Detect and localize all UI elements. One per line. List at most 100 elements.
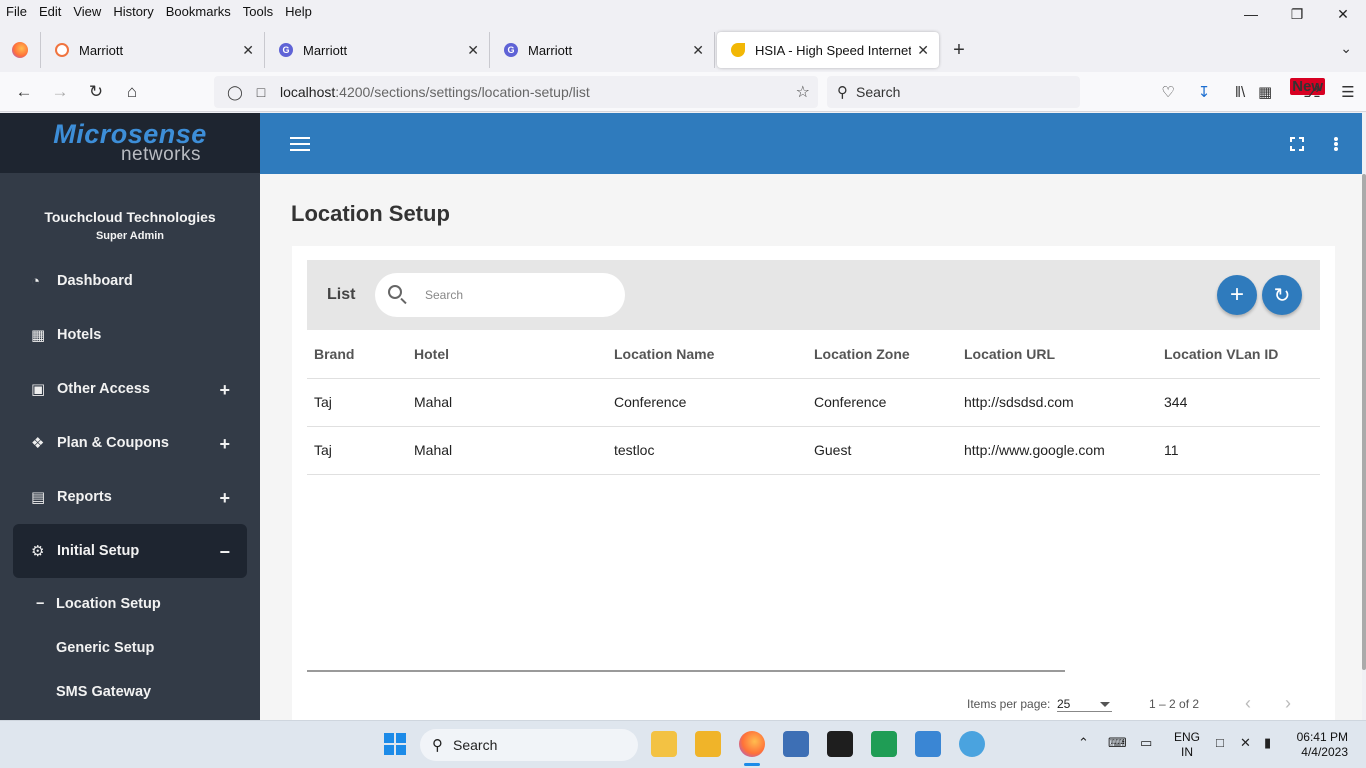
- hamburger-menu-icon[interactable]: [290, 137, 310, 151]
- menu-bookmarks[interactable]: Bookmarks: [160, 4, 237, 19]
- close-tab-icon[interactable]: ✕: [242, 42, 254, 59]
- globe-app-icon[interactable]: [959, 731, 985, 757]
- menu-file[interactable]: File: [0, 4, 33, 19]
- menu-view[interactable]: View: [67, 4, 107, 19]
- column-header-vlan-id[interactable]: Location VLan ID: [1157, 330, 1320, 379]
- show-hidden-icons-chevron-icon[interactable]: ⌃: [1078, 735, 1089, 751]
- url-text[interactable]: localhost:4200/sections/settings/locatio…: [280, 84, 590, 100]
- menu-history[interactable]: History: [107, 4, 159, 19]
- tab-marriott-2[interactable]: G Marriott ✕: [265, 32, 490, 68]
- home-icon[interactable]: ⌂: [114, 76, 150, 108]
- search-input[interactable]: Search: [375, 273, 625, 317]
- close-tab-icon[interactable]: ✕: [692, 42, 704, 59]
- tab-hsia-active[interactable]: HSIA - High Speed Internet Access ✕: [717, 32, 939, 68]
- menu-tools[interactable]: Tools: [237, 4, 279, 19]
- sidebar-subitem-location-setup[interactable]: − Location Setup: [0, 582, 260, 626]
- page-vertical-scrollbar[interactable]: [1362, 174, 1366, 670]
- sidebar-subitem-generic-setup[interactable]: Generic Setup: [0, 626, 260, 670]
- downloads-icon[interactable]: ↧: [1186, 83, 1222, 101]
- column-header-brand[interactable]: Brand: [307, 330, 407, 379]
- items-per-page-value: 25: [1057, 697, 1071, 711]
- collapse-minus-icon[interactable]: −: [219, 542, 230, 563]
- lock-icon: ▣: [31, 381, 46, 398]
- list-tabs-chevron-icon[interactable]: ⌄: [1340, 40, 1352, 57]
- tab-marriott-3[interactable]: G Marriott ✕: [490, 32, 715, 68]
- more-vert-icon[interactable]: [1334, 137, 1338, 151]
- sidebar-item-reports[interactable]: ▤ Reports +: [0, 470, 260, 524]
- expand-plus-icon[interactable]: +: [219, 380, 230, 401]
- sidebar-item-plan-coupons[interactable]: ❖ Plan & Coupons +: [0, 416, 260, 470]
- file-explorer-icon[interactable]: [695, 731, 721, 757]
- tab-marriott-1[interactable]: Marriott ✕: [40, 32, 265, 68]
- sidebar-item-label: Plan & Coupons: [57, 435, 169, 451]
- cell-location-url: http://www.google.com: [957, 426, 1157, 475]
- extensions-icon[interactable]: ⎇: [1294, 83, 1330, 101]
- system-clock[interactable]: 06:41 PM 4/4/2023: [1296, 730, 1348, 760]
- sidebar-item-hotels[interactable]: ▦ Hotels: [0, 308, 260, 362]
- next-page-icon[interactable]: ›: [1285, 693, 1291, 714]
- back-arrow-icon[interactable]: ←: [6, 76, 42, 108]
- column-header-hotel[interactable]: Hotel: [407, 330, 607, 379]
- battery-icon[interactable]: ▮: [1264, 735, 1271, 751]
- sidebar-subitem-sms-gateway[interactable]: SMS Gateway: [0, 670, 260, 714]
- excel-icon[interactable]: [871, 731, 897, 757]
- column-header-location-url[interactable]: Location URL: [957, 330, 1157, 379]
- brand-logo[interactable]: Microsense networks: [0, 113, 260, 173]
- refresh-button[interactable]: ↻: [1262, 275, 1302, 315]
- navigation-toolbar: ← → ↻ ⌂ ◯ □ localhost:4200/sections/sett…: [0, 72, 1366, 112]
- menu-bar: File Edit View History Bookmarks Tools H…: [0, 0, 1366, 22]
- menu-edit[interactable]: Edit: [33, 4, 67, 19]
- cell-location-zone: Conference: [807, 378, 957, 427]
- g-favicon-icon: G: [279, 43, 293, 57]
- gears-icon: ⚙: [31, 543, 45, 560]
- file-manager-app-icon[interactable]: [651, 731, 677, 757]
- close-tab-icon[interactable]: ✕: [917, 42, 929, 59]
- minimize-icon[interactable]: —: [1228, 0, 1274, 28]
- notepad-icon[interactable]: [915, 731, 941, 757]
- column-header-location-name[interactable]: Location Name: [607, 330, 807, 379]
- marriott-favicon-icon: [55, 43, 69, 57]
- close-window-icon[interactable]: ✕: [1320, 0, 1366, 28]
- new-tab-button[interactable]: +: [939, 39, 979, 62]
- address-bar[interactable]: ◯ □ localhost:4200/sections/settings/loc…: [214, 76, 818, 108]
- monitor-icon[interactable]: □: [1216, 735, 1224, 750]
- taskbar-search[interactable]: ⚲ Search: [420, 729, 638, 761]
- display-icon[interactable]: ▭: [1140, 735, 1152, 751]
- table-row[interactable]: Taj Mahal testloc Guest http://www.googl…: [307, 426, 1320, 475]
- add-button[interactable]: +: [1217, 275, 1257, 315]
- close-tab-icon[interactable]: ✕: [467, 42, 479, 59]
- reload-icon[interactable]: ↻: [78, 76, 114, 108]
- shield-icon[interactable]: ◯: [222, 84, 248, 101]
- library-icon[interactable]: ‖\: [1222, 84, 1258, 101]
- expand-plus-icon[interactable]: +: [219, 434, 230, 455]
- sidebar-item-other-access[interactable]: ▣ Other Access +: [0, 362, 260, 416]
- sidebar-item-initial-setup[interactable]: ⚙ Initial Setup −: [13, 524, 247, 578]
- fullscreen-icon[interactable]: [1290, 137, 1304, 151]
- volume-muted-icon[interactable]: ✕: [1240, 735, 1251, 751]
- terminal-icon[interactable]: [827, 731, 853, 757]
- previous-page-icon[interactable]: ‹: [1245, 693, 1251, 714]
- newsfeed-icon[interactable]: ▦ New: [1258, 78, 1326, 101]
- g-favicon-icon: G: [504, 43, 518, 57]
- restore-icon[interactable]: ❐: [1274, 0, 1320, 28]
- tab-bar: Marriott ✕ G Marriott ✕ G Marriott ✕ HSI…: [0, 30, 1366, 70]
- table-row[interactable]: Taj Mahal Conference Conference http://s…: [307, 378, 1320, 427]
- menu-help[interactable]: Help: [279, 4, 318, 19]
- locations-table: Brand Hotel Location Name Location Zone …: [307, 330, 1320, 475]
- items-per-page-select[interactable]: 25: [1057, 694, 1112, 712]
- expand-plus-icon[interactable]: +: [219, 488, 230, 509]
- language-indicator[interactable]: ENG IN: [1174, 730, 1200, 760]
- keyboard-icon[interactable]: ⌨: [1108, 735, 1127, 751]
- forward-arrow-icon[interactable]: →: [42, 76, 78, 108]
- firefox-view-icon[interactable]: [0, 30, 40, 70]
- windows-start-icon[interactable]: [384, 733, 406, 755]
- app-menu-icon[interactable]: ☰: [1330, 83, 1366, 101]
- bookmark-star-icon[interactable]: ☆: [796, 82, 810, 102]
- column-header-location-zone[interactable]: Location Zone: [807, 330, 957, 379]
- pocket-icon[interactable]: ♡: [1150, 83, 1186, 101]
- network-tool-icon[interactable]: [783, 731, 809, 757]
- browser-search-box[interactable]: ⚲ Search: [827, 76, 1080, 108]
- firefox-app-icon[interactable]: [739, 731, 765, 757]
- sidebar-item-dashboard[interactable]: ◔ Dashboard: [0, 254, 260, 308]
- horizontal-scrollbar[interactable]: [307, 670, 1065, 672]
